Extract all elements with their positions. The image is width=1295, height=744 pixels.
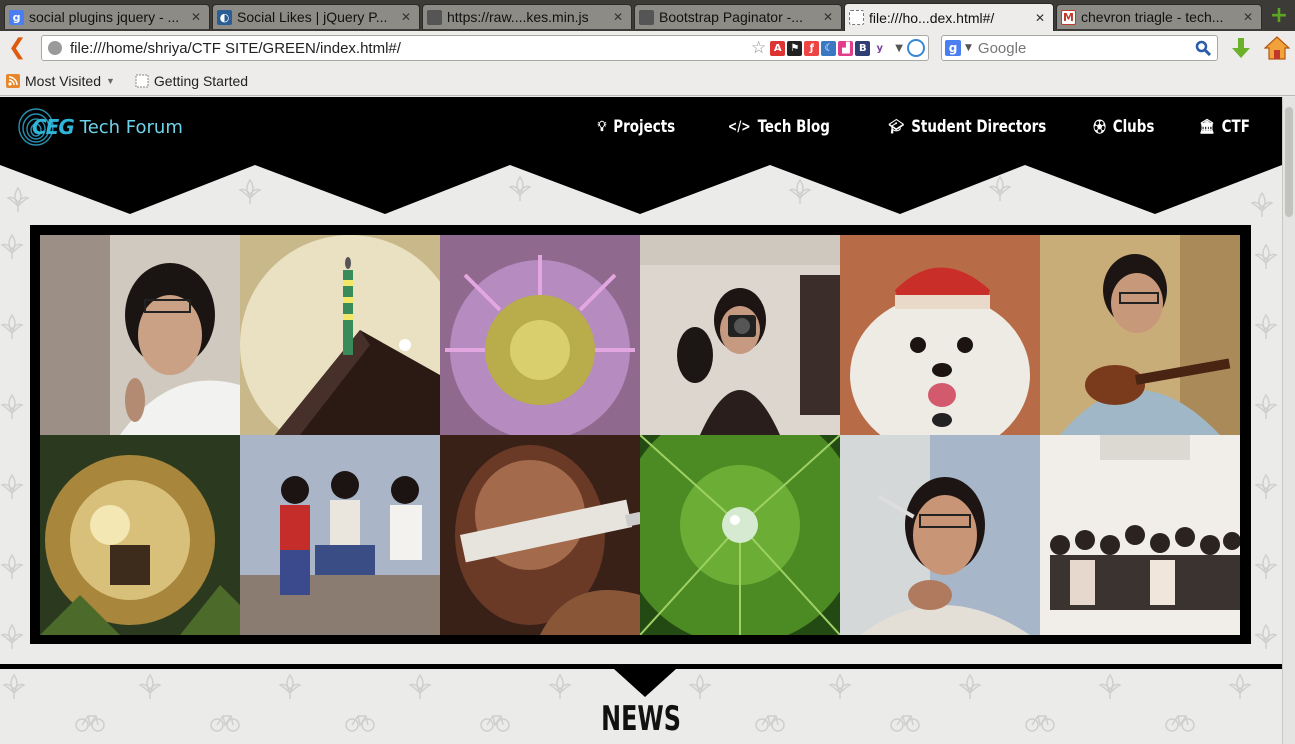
menu-item-tech-blog[interactable]: </> Tech Blog [727, 117, 829, 137]
bookmark-most-visited[interactable]: Most Visited ▼ [6, 73, 115, 89]
photo-dog-santa-hat[interactable] [840, 235, 1040, 435]
photo-syringe-closeup[interactable] [440, 435, 640, 635]
download-icon[interactable] [1229, 36, 1253, 60]
tab-social-plugins[interactable]: g social plugins jquery - ... ✕ [4, 4, 210, 29]
bootstrap-icon[interactable]: B [855, 40, 871, 56]
page-icon [135, 74, 149, 88]
url-bar[interactable]: file:///home/shriya/CTF SITE/GREEN/index… [41, 35, 929, 61]
soccer-ball-icon: ⚽︎ [1093, 120, 1106, 136]
google-icon: g [9, 9, 24, 25]
gmail-icon: M [1061, 9, 1076, 25]
menu-item-ctf[interactable]: 🏛︎ CTF [1199, 117, 1250, 137]
rss-icon [6, 74, 20, 88]
photo-birthday-cake[interactable] [240, 235, 440, 435]
photo-group-photo[interactable] [1040, 435, 1240, 635]
search-bar[interactable]: g ▼ Google [941, 35, 1218, 61]
close-icon[interactable]: ✕ [189, 10, 203, 24]
bookmarks-toolbar: Most Visited ▼ Getting Started [0, 67, 1295, 96]
graduation-cap-icon: 🎓︎ [888, 119, 905, 135]
globe-icon [48, 41, 62, 55]
angular-icon[interactable]: A [770, 40, 786, 56]
code-icon: </> [727, 119, 751, 135]
close-icon[interactable]: ✕ [1033, 11, 1047, 25]
url-dropdown-icon[interactable]: ▼ [895, 43, 903, 54]
news-heading: NEWS [601, 699, 681, 739]
tab-active-index[interactable]: file:///ho...dex.html#/ ✕ [844, 3, 1054, 31]
tab-chevron-triangle[interactable]: M chevron triagle - tech... ✕ [1056, 4, 1262, 29]
stats-icon[interactable]: ▟ [838, 40, 854, 56]
browser-tab-bar: g social plugins jquery - ... ✕ ◐ Social… [0, 0, 1295, 31]
main-menu: 💡︎ Projects </> Tech Blog 🎓︎ Student Dir… [549, 117, 1250, 137]
photo-christmas-bauble[interactable] [40, 435, 240, 635]
menu-item-student-directors[interactable]: 🎓︎ Student Directors [889, 117, 1047, 137]
logo-text: Tech Forum [79, 116, 183, 138]
flag-icon[interactable]: ⚑ [787, 40, 803, 56]
menu-item-clubs[interactable]: ⚽︎ Clubs [1093, 117, 1154, 137]
page-icon [427, 9, 442, 25]
photo-gallery [40, 235, 1240, 635]
bank-icon: 🏛︎ [1199, 119, 1215, 135]
lightbulb-icon: 💡︎ [597, 119, 607, 135]
photo-water-drop-leaf[interactable] [640, 435, 840, 635]
close-icon[interactable]: ✕ [821, 10, 835, 24]
photo-spoon-tasting[interactable] [840, 435, 1040, 635]
addon-icons: A ⚑ ƒ ☾ ▟ B y [770, 40, 888, 56]
new-tab-plus-icon[interactable]: + [1269, 5, 1289, 27]
google-icon[interactable]: g [945, 40, 961, 56]
photo-portrait-glasses[interactable] [40, 235, 240, 435]
bookmark-getting-started[interactable]: Getting Started [135, 73, 248, 89]
tab-social-likes[interactable]: ◐ Social Likes | jQuery P... ✕ [212, 4, 420, 29]
scrollbar-thumb[interactable] [1285, 107, 1293, 217]
tab-raw-js[interactable]: https://raw....kes.min.js ✕ [422, 4, 632, 29]
yslow-icon[interactable]: y [872, 40, 888, 56]
photo-jumping-friends[interactable] [240, 435, 440, 635]
crescent-icon[interactable]: ☾ [821, 40, 837, 56]
bookmark-star-icon[interactable]: ☆ [751, 38, 766, 58]
photo-camera-selfie[interactable] [640, 235, 840, 435]
tab-bootstrap-paginator[interactable]: Bootstrap Paginator -... ✕ [634, 4, 842, 29]
search-icon[interactable] [1195, 40, 1211, 56]
close-icon[interactable]: ✕ [1241, 10, 1255, 24]
site-header-background [0, 97, 1282, 214]
browser-nav-bar: ❮ file:///home/shriya/CTF SITE/GREEN/ind… [0, 31, 1295, 67]
close-icon[interactable]: ✕ [399, 10, 413, 24]
search-input[interactable]: Google [978, 40, 1195, 57]
chevron-down-icon [614, 669, 676, 697]
page-scrollbar[interactable] [1282, 97, 1295, 744]
jquery-icon: ◐ [217, 9, 232, 25]
chevron-down-icon: ▼ [106, 76, 115, 86]
home-icon[interactable] [1264, 35, 1290, 61]
firebug-icon[interactable]: ƒ [804, 40, 820, 56]
photo-purple-flower[interactable] [440, 235, 640, 435]
url-text[interactable]: file:///home/shriya/CTF SITE/GREEN/index… [70, 40, 751, 57]
back-arrow-icon[interactable]: ❮ [8, 37, 30, 59]
blank-page-icon [849, 10, 864, 25]
page-icon [639, 9, 654, 25]
site-logo[interactable]: CEG Tech Forum [16, 107, 183, 147]
photo-ukulele-player[interactable] [1040, 235, 1240, 435]
menu-item-projects[interactable]: 💡︎ Projects [598, 117, 676, 137]
close-icon[interactable]: ✕ [611, 10, 625, 24]
page-viewport: CEG Tech Forum 💡︎ Projects </> Tech Blog… [0, 97, 1282, 744]
logo-mark-text: CEG [32, 115, 75, 139]
search-engine-dropdown-icon[interactable]: ▼ [965, 43, 972, 53]
photo-gallery-frame [30, 225, 1251, 644]
reload-icon[interactable] [907, 39, 925, 57]
